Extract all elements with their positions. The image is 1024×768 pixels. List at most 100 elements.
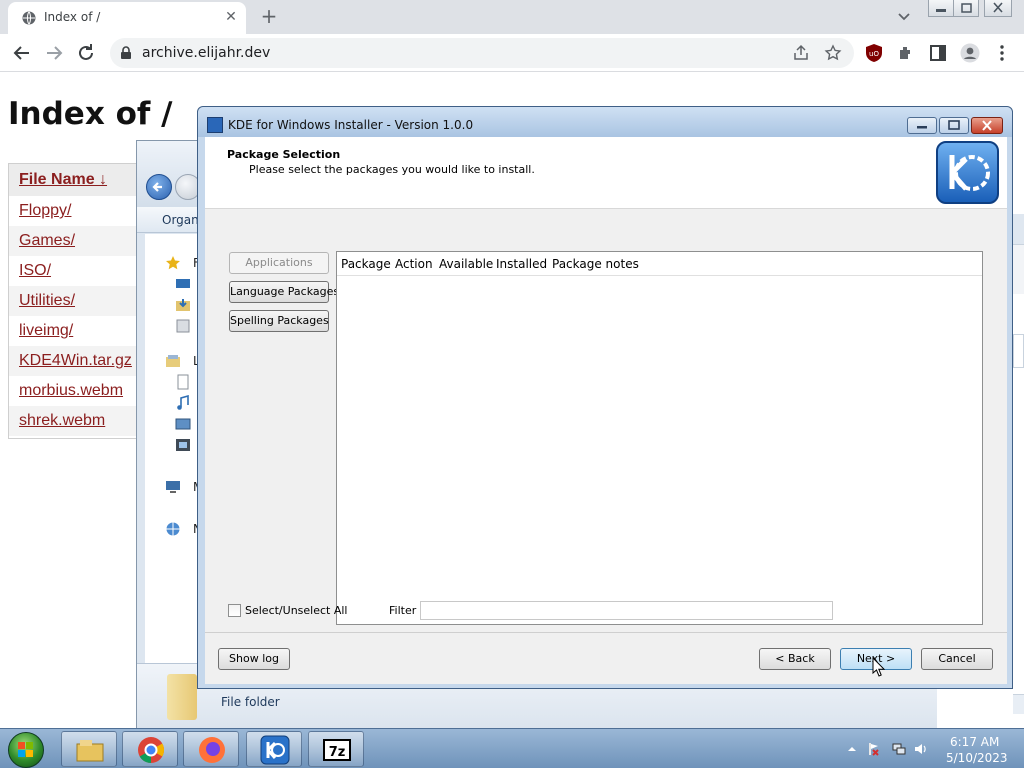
favorites-star-icon[interactable] <box>165 255 181 271</box>
svg-text:7z: 7z <box>329 745 346 760</box>
file-link[interactable]: Utilities/ <box>19 292 75 310</box>
firefox-icon <box>199 737 225 763</box>
share-icon[interactable] <box>792 44 810 62</box>
file-link[interactable]: Games/ <box>19 232 75 250</box>
restore-icon[interactable] <box>953 0 979 17</box>
column-package[interactable]: Package <box>341 257 391 271</box>
file-link[interactable]: morbius.webm <box>19 382 123 400</box>
computer-icon[interactable] <box>165 479 181 495</box>
new-tab-icon[interactable]: + <box>258 5 280 27</box>
wizard-page-title: Package Selection <box>227 148 341 161</box>
extensions-icon[interactable] <box>896 43 916 63</box>
chrome-icon <box>138 737 165 764</box>
star-icon[interactable] <box>824 44 842 62</box>
background-window-edge <box>1013 214 1024 714</box>
mouse-cursor-icon <box>872 657 885 677</box>
tab-search-icon[interactable] <box>894 8 914 26</box>
show-log-button[interactable]: Show log <box>218 648 290 670</box>
wizard-page-subtitle: Please select the packages you would lik… <box>249 163 535 176</box>
applications-category-button[interactable]: Applications <box>229 252 329 274</box>
dialog-title: KDE for Windows Installer - Version 1.0.… <box>228 118 474 132</box>
column-available[interactable]: Available <box>439 257 493 271</box>
close-window-icon[interactable] <box>984 0 1012 17</box>
taskbar-explorer-button[interactable] <box>61 731 117 767</box>
folder-icon <box>167 674 197 720</box>
browser-tab[interactable]: Index of / ✕ <box>8 2 246 34</box>
column-action[interactable]: Action <box>395 257 433 271</box>
back-button[interactable]: < Back <box>759 648 831 670</box>
tab-title: Index of / <box>44 10 101 24</box>
url-text[interactable]: archive.elijahr.dev <box>142 45 270 61</box>
downloads-icon[interactable] <box>175 297 191 313</box>
spelling-packages-button[interactable]: Spelling Packages <box>229 310 329 332</box>
taskbar-7zip-button[interactable]: 7z <box>308 731 364 767</box>
filter-label: Filter <box>389 604 417 617</box>
dialog-maximize-icon[interactable] <box>939 117 969 134</box>
wizard-header: Package Selection Please select the pack… <box>205 137 1007 209</box>
package-table[interactable]: Package Action Available Installed Packa… <box>336 251 983 625</box>
taskbar-firefox-button[interactable] <box>183 731 239 767</box>
taskbar: 7z 6:17 AM 5/10/2023 <box>0 728 1024 768</box>
language-packages-button[interactable]: Language Packages <box>229 281 339 303</box>
volume-icon[interactable] <box>914 742 928 756</box>
dialog-minimize-icon[interactable] <box>907 117 937 134</box>
browser-tab-strip: Index of / ✕ + <box>0 0 1024 34</box>
file-link[interactable]: Floppy/ <box>19 202 71 220</box>
taskbar-kde-button[interactable] <box>246 731 302 767</box>
file-link[interactable]: liveimg/ <box>19 322 73 340</box>
action-center-icon[interactable] <box>866 742 880 756</box>
music-icon[interactable] <box>175 395 191 411</box>
videos-icon[interactable] <box>175 437 191 453</box>
file-link[interactable]: KDE4Win.tar.gz <box>19 352 132 370</box>
file-link[interactable]: ISO/ <box>19 262 51 280</box>
svg-text:uO: uO <box>869 50 879 58</box>
back-icon[interactable] <box>10 41 34 65</box>
dialog-separator <box>205 632 1007 633</box>
forward-icon[interactable] <box>42 41 66 65</box>
explorer-back-icon[interactable] <box>146 174 172 200</box>
select-all-label[interactable]: Select/Unselect All <box>245 604 347 617</box>
column-installed[interactable]: Installed <box>496 257 547 271</box>
documents-icon[interactable] <box>175 374 191 390</box>
clock-time[interactable]: 6:17 AM <box>950 735 999 749</box>
browser-toolbar: archive.elijahr.dev uO <box>0 34 1024 72</box>
menu-icon[interactable] <box>992 43 1012 63</box>
kde-icon <box>260 735 290 765</box>
page-title: Index of / <box>8 96 173 132</box>
column-package-notes[interactable]: Package notes <box>552 257 639 271</box>
reload-icon[interactable] <box>74 41 98 65</box>
kde-installer-dialog: KDE for Windows Installer - Version 1.0.… <box>197 106 1013 689</box>
pictures-icon[interactable] <box>175 416 191 432</box>
cancel-button[interactable]: Cancel <box>921 648 993 670</box>
details-type-text: File folder <box>221 695 280 709</box>
filter-input[interactable] <box>420 601 833 620</box>
dialog-body: Package Selection Please select the pack… <box>205 137 1007 684</box>
clock-date[interactable]: 5/10/2023 <box>946 751 1008 765</box>
show-hidden-icons-icon[interactable] <box>845 742 859 756</box>
7zip-icon: 7z <box>323 739 351 761</box>
kde-logo-icon <box>936 141 999 204</box>
minimize-icon[interactable] <box>928 0 954 17</box>
network-icon[interactable] <box>165 521 181 537</box>
lock-icon[interactable] <box>120 46 132 60</box>
file-link[interactable]: shrek.webm <box>19 412 105 430</box>
libraries-icon[interactable] <box>165 353 181 369</box>
dialog-titlebar[interactable]: KDE for Windows Installer - Version 1.0.… <box>198 107 1012 137</box>
recent-places-icon[interactable] <box>175 318 191 334</box>
package-table-header: Package Action Available Installed Packa… <box>337 252 982 276</box>
tab-close-icon[interactable]: ✕ <box>222 8 240 26</box>
taskbar-chrome-button[interactable] <box>122 731 178 767</box>
address-bar[interactable]: archive.elijahr.dev <box>110 38 854 68</box>
sidebar-icon[interactable] <box>928 43 948 63</box>
file-name-header-label[interactable]: File Name ↓ <box>19 171 107 189</box>
start-button[interactable] <box>8 732 44 768</box>
desktop-icon[interactable] <box>175 276 191 292</box>
network-status-icon[interactable] <box>892 742 906 756</box>
profile-icon[interactable] <box>960 43 980 63</box>
globe-icon <box>22 11 36 25</box>
explorer-icon <box>76 740 104 762</box>
select-all-checkbox[interactable] <box>228 604 241 617</box>
ublock-icon[interactable]: uO <box>864 43 884 63</box>
dialog-close-icon[interactable] <box>971 117 1003 134</box>
kde-app-icon <box>207 117 223 133</box>
